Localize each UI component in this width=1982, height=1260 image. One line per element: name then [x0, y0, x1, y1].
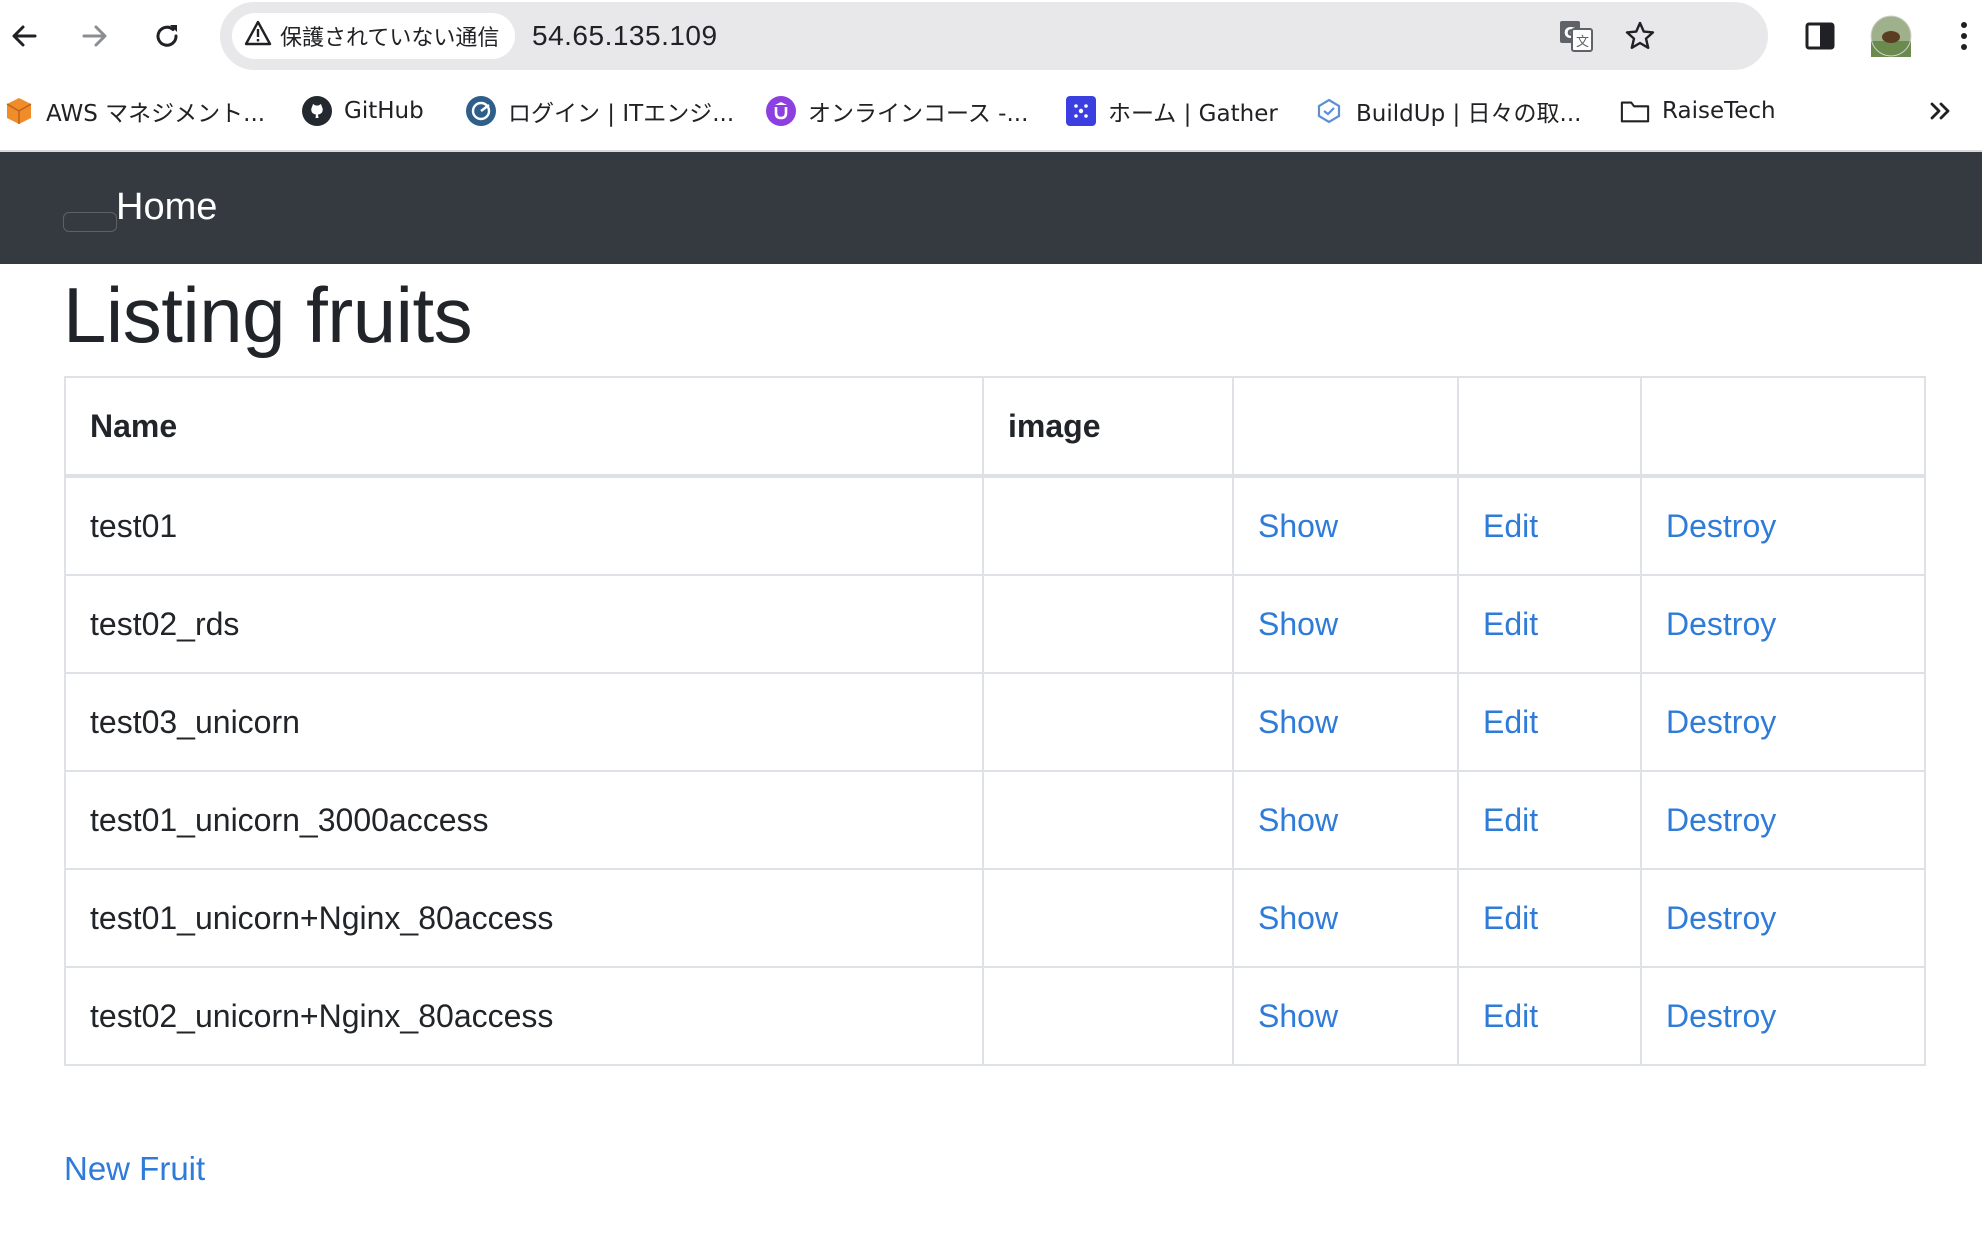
destroy-link[interactable]: Destroy	[1666, 998, 1776, 1034]
back-arrow-icon[interactable]	[2, 14, 46, 58]
navbar-toggler[interactable]	[63, 212, 117, 232]
table-row: test01 Show Edit Destroy	[64, 475, 1926, 576]
column-header-edit	[1457, 376, 1642, 478]
show-link[interactable]: Show	[1258, 704, 1338, 740]
more-menu-icon[interactable]	[1942, 14, 1982, 58]
fruit-name-cell: test01_unicorn+Nginx_80access	[64, 868, 984, 968]
bookmark-github[interactable]: GitHub	[302, 92, 424, 130]
warning-triangle-icon	[244, 20, 272, 52]
fruit-name-cell: test03_unicorn	[64, 672, 984, 772]
address-bar[interactable]: 保護されていない通信 54.65.135.109 G文	[220, 2, 1768, 70]
column-header-destroy	[1640, 376, 1926, 478]
bookmarks-bar: AWS マネジメント... GitHub ログイン | ITエンジ... オンラ…	[0, 72, 1982, 152]
table-row: test02_unicorn+Nginx_80access Show Edit …	[64, 966, 1926, 1066]
bookmark-online-course[interactable]: オンラインコース -...	[766, 92, 1028, 130]
table-row: test01_unicorn_3000access Show Edit Dest…	[64, 770, 1926, 870]
navbar: Home	[0, 152, 1982, 264]
fruit-name-cell: test02_unicorn+Nginx_80access	[64, 966, 984, 1066]
show-link[interactable]: Show	[1258, 998, 1338, 1034]
bookmark-buildup[interactable]: BuildUp | 日々の取...	[1314, 92, 1581, 130]
edit-link[interactable]: Edit	[1483, 998, 1538, 1034]
destroy-link[interactable]: Destroy	[1666, 900, 1776, 936]
udemy-icon	[766, 96, 796, 126]
browser-toolbar: 保護されていない通信 54.65.135.109 G文	[0, 0, 1982, 72]
navbar-home-link[interactable]: Home	[116, 186, 217, 229]
column-header-name: Name	[64, 376, 984, 478]
profile-avatar[interactable]	[1869, 14, 1913, 58]
fruit-image-cell	[982, 672, 1234, 772]
github-icon	[302, 96, 332, 126]
bookmark-login[interactable]: ログイン | ITエンジ...	[466, 92, 734, 130]
aws-cube-icon	[4, 96, 34, 126]
bookmark-aws[interactable]: AWS マネジメント...	[4, 92, 265, 130]
destroy-link[interactable]: Destroy	[1666, 802, 1776, 838]
forward-arrow-icon[interactable]	[73, 14, 117, 58]
fruits-table: Name image test01 Show Edit Destroy test…	[64, 376, 1926, 1066]
table-row: test01_unicorn+Nginx_80access Show Edit …	[64, 868, 1926, 968]
show-link[interactable]: Show	[1258, 606, 1338, 642]
destroy-link[interactable]: Destroy	[1666, 508, 1776, 544]
edit-link[interactable]: Edit	[1483, 508, 1538, 544]
more-bookmarks-chevron-icon[interactable]	[1928, 92, 1954, 130]
url-text[interactable]: 54.65.135.109	[532, 20, 718, 52]
new-fruit-link[interactable]: New Fruit	[64, 1150, 205, 1188]
fruit-name-cell: test01_unicorn_3000access	[64, 770, 984, 870]
bookmark-gather[interactable]: ホーム | Gather	[1066, 92, 1278, 130]
destroy-link[interactable]: Destroy	[1666, 606, 1776, 642]
bookmark-star-icon[interactable]	[1618, 14, 1662, 58]
security-indicator[interactable]: 保護されていない通信	[232, 13, 516, 59]
show-link[interactable]: Show	[1258, 802, 1338, 838]
table-row: test02_rds Show Edit Destroy	[64, 574, 1926, 674]
circle-arrow-icon	[466, 96, 496, 126]
reload-icon[interactable]	[145, 14, 189, 58]
edit-link[interactable]: Edit	[1483, 802, 1538, 838]
fruit-image-cell	[982, 770, 1234, 870]
fruit-name-cell: test02_rds	[64, 574, 984, 674]
column-header-show	[1232, 376, 1459, 478]
fruit-name-cell: test01	[64, 475, 984, 576]
buildup-icon	[1314, 96, 1344, 126]
edit-link[interactable]: Edit	[1483, 704, 1538, 740]
gather-icon	[1066, 96, 1096, 126]
destroy-link[interactable]: Destroy	[1666, 704, 1776, 740]
edit-link[interactable]: Edit	[1483, 606, 1538, 642]
show-link[interactable]: Show	[1258, 900, 1338, 936]
page-title: Listing fruits	[63, 271, 473, 359]
side-panel-icon[interactable]	[1798, 14, 1842, 58]
bookmark-folder-raisetech[interactable]: RaiseTech	[1620, 92, 1776, 130]
fruit-image-cell	[982, 868, 1234, 968]
fruit-image-cell	[982, 475, 1234, 576]
fruit-image-cell	[982, 574, 1234, 674]
column-header-image: image	[982, 376, 1234, 478]
show-link[interactable]: Show	[1258, 508, 1338, 544]
table-row: test03_unicorn Show Edit Destroy	[64, 672, 1926, 772]
svg-text:文: 文	[1576, 35, 1589, 50]
edit-link[interactable]: Edit	[1483, 900, 1538, 936]
translate-icon[interactable]: G文	[1554, 14, 1598, 58]
security-label: 保護されていない通信	[280, 26, 500, 51]
table-header-row: Name image	[64, 376, 1926, 478]
fruit-image-cell	[982, 966, 1234, 1066]
folder-icon	[1620, 96, 1650, 126]
